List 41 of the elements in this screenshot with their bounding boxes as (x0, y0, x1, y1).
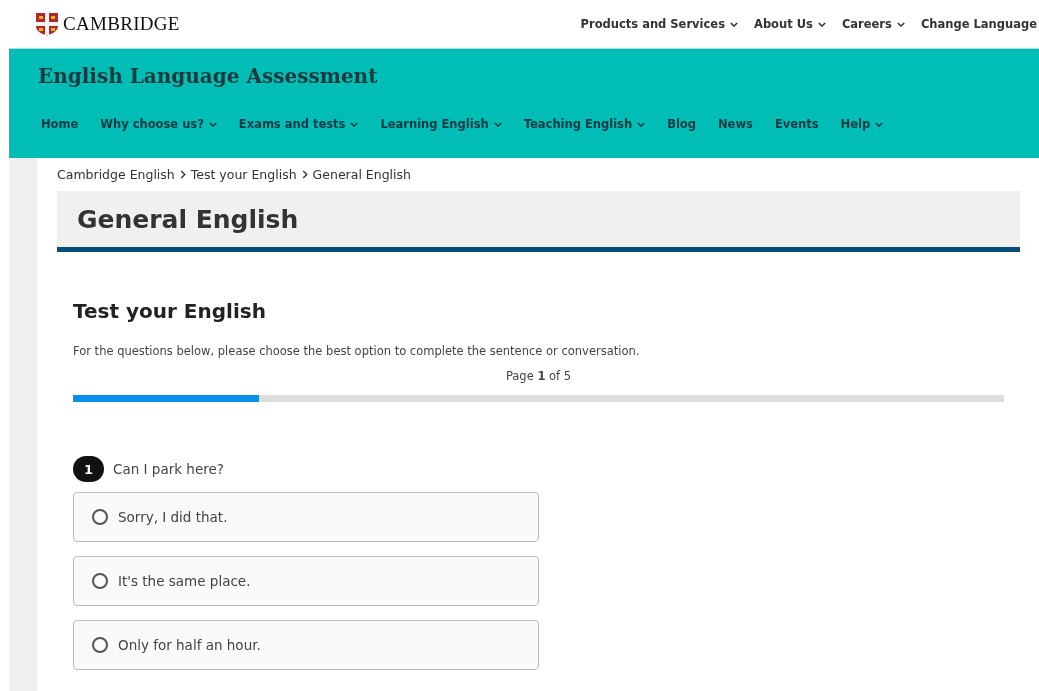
header-link[interactable]: Careers (841, 17, 905, 31)
chevron-down-icon (493, 121, 502, 127)
chevron-right-icon (301, 170, 308, 179)
header-link[interactable]: Products and Services (580, 17, 738, 31)
nav-link[interactable]: Why choose us? (100, 117, 217, 131)
question-number: 1 (73, 456, 104, 482)
question-text: Can I park here? (113, 461, 224, 477)
breadcrumb-link[interactable]: General English (312, 167, 411, 182)
header-link[interactable]: About Us (754, 17, 826, 31)
shield-icon (35, 12, 59, 36)
nav-link[interactable]: Events (774, 117, 819, 131)
nav-link[interactable]: Help (840, 117, 884, 131)
chevron-down-icon (817, 21, 826, 27)
chevron-down-icon (730, 21, 738, 27)
chevron-down-icon (637, 121, 646, 127)
nav-link[interactable]: Home (41, 117, 79, 131)
site-title[interactable]: English Language Assessment (9, 49, 1039, 88)
answer-option[interactable]: It's the same place. (73, 556, 539, 606)
chevron-down-icon (208, 121, 217, 127)
radio-icon (92, 637, 108, 653)
chevron-right-icon (179, 170, 186, 179)
instructions: For the questions below, please choose the best option to complete the sentence or conversation. (73, 344, 641, 358)
chevron-down-icon (350, 121, 359, 127)
nav-link[interactable]: Teaching English (523, 117, 646, 131)
header-link[interactable]: Change Language (920, 17, 1037, 31)
answer-option[interactable]: Sorry, I did that. (73, 492, 539, 542)
nav-link[interactable]: Exams and tests (238, 117, 359, 131)
breadcrumb-link[interactable]: Cambridge English (57, 167, 175, 182)
radio-icon (92, 509, 108, 525)
nav-link[interactable]: News (718, 117, 753, 131)
logo-wordmark[interactable]: CAMBRIDGE (63, 13, 180, 35)
page-indicator: Page 1 of 5 (504, 369, 573, 383)
chevron-down-icon (875, 121, 884, 127)
answer-option[interactable]: Only for half an hour. (73, 620, 539, 670)
nav-link[interactable]: Learning English (380, 117, 502, 131)
breadcrumb-link[interactable]: Test your English (190, 167, 297, 182)
radio-icon (92, 573, 108, 589)
section-heading: Test your English (73, 299, 267, 323)
nav-link[interactable]: Blog (667, 117, 696, 131)
page-title: General English (77, 204, 299, 234)
chevron-down-icon (896, 21, 905, 27)
